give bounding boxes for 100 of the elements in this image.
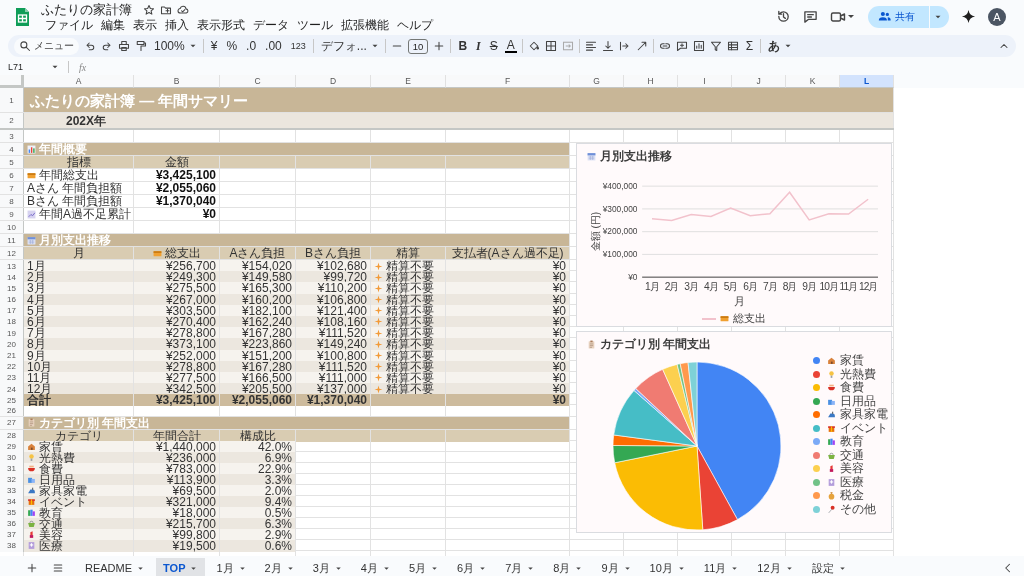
x-tick-label: 3月 (684, 281, 699, 292)
legend-label: 美容 (840, 460, 864, 476)
legend-label: 家賃 (840, 352, 864, 368)
cell-text: 精算不要 (386, 293, 434, 306)
table-cell: ¥165,300 (220, 282, 296, 295)
x-tick-label: 1月 (645, 281, 659, 292)
column-header: Aさん負担 (220, 247, 296, 259)
table-cell: ¥1,370,040 (296, 394, 371, 407)
table-cell: ¥3,425,100 (134, 394, 220, 407)
legend-label: 交通 (840, 447, 864, 462)
cell-text: 精算不要 (386, 349, 434, 362)
x-tick-label: 5月 (723, 281, 738, 292)
cell-text: 年間A過不足累計 (39, 208, 131, 220)
cell-text: 年間概要 (39, 143, 87, 155)
function-label: fx (79, 61, 87, 73)
cell-text: 精算不要 (386, 383, 434, 396)
axis-title: 金額 (円) (590, 211, 602, 252)
column-header: 指標 (24, 156, 134, 168)
legend-label: 医療 (840, 474, 864, 489)
table-cell: ¥99,720 (296, 271, 371, 284)
cell-text: 家具家電 (39, 484, 87, 497)
x-tick-label: 11月 (839, 281, 858, 292)
x-tick-label: 8月 (782, 281, 797, 292)
column-header: 金額 (134, 156, 220, 168)
cell-text: 日用品 (39, 473, 75, 486)
chart-title: 月別支出推移 (600, 147, 672, 165)
sheet-title: ふたりの家計簿 — 年間サマリー (24, 88, 894, 112)
x-tick-label: 12月 (858, 281, 878, 292)
table-cell: ¥342,500 (134, 383, 220, 396)
table-cell: ¥154,020 (220, 260, 296, 272)
column-header: Bさん負担 (296, 247, 371, 259)
table-cell: ¥110,200 (296, 282, 371, 295)
table-cell: ¥0 (446, 338, 570, 351)
cell-text: イベント (39, 495, 87, 508)
x-tick-label: 2月 (664, 281, 679, 292)
cell-text: 精算不要 (386, 360, 434, 373)
y-tick-label: ¥400,000 (602, 180, 638, 191)
cell-text: 美容 (39, 528, 63, 541)
axis-title: 月 (732, 294, 745, 309)
table-cell: 8月 (24, 338, 134, 351)
table-cell: ¥0 (446, 282, 570, 295)
table-cell: ¥2,055,060 (134, 182, 220, 194)
table-cell: 7月 (24, 327, 134, 340)
table-cell: ¥278,800 (134, 327, 220, 340)
cell-text: 総支出 (164, 247, 201, 259)
legend-label: 教育 (840, 434, 864, 449)
table-cell: ¥149,240 (296, 338, 371, 351)
table-cell: ¥0 (134, 208, 220, 220)
table-cell: ¥256,700 (134, 260, 220, 272)
legend-label: その他 (840, 501, 876, 518)
table-cell: ¥205,500 (220, 383, 296, 396)
cell-text: 精算不要 (386, 315, 434, 328)
table-cell: 3月 (24, 282, 134, 295)
y-tick-label: ¥100,000 (602, 249, 638, 260)
cell-text: 精算不要 (386, 338, 434, 351)
cell-text: 年間総支出 (39, 169, 99, 181)
legend-label: 光熱費 (840, 366, 876, 381)
legend-label: イベント (840, 420, 888, 435)
table-cell: ¥0 (446, 383, 570, 396)
table-cell: ¥111,520 (296, 327, 371, 340)
chart-title: カテゴリ別 年間支出 (600, 335, 712, 353)
y-tick-label: ¥200,000 (602, 226, 638, 237)
column-header: 支払者(Aさん過不足) (446, 247, 570, 259)
table-cell: ¥0 (446, 327, 570, 340)
x-tick-label: 10月 (819, 281, 839, 292)
x-tick-label: 7月 (763, 281, 777, 292)
table-cell: 合計 (24, 394, 134, 407)
cell-text: 精算不要 (386, 282, 434, 295)
column-header: 精算 (371, 247, 446, 259)
table-cell: Aさん 年間負担額 (24, 182, 134, 194)
x-tick-label: 9月 (802, 281, 817, 292)
year-label: 202X年 (24, 113, 894, 128)
table-cell: ¥0 (446, 260, 570, 272)
cell-text: カテゴリ別 年間支出 (39, 416, 151, 429)
table-cell: ¥2,055,060 (220, 394, 296, 407)
cell-text: 月別支出推移 (39, 234, 111, 246)
x-tick-label: 4月 (704, 281, 718, 292)
legend-label: 食費 (840, 380, 864, 395)
y-tick-label: ¥300,000 (602, 203, 638, 214)
column-header: 月 (24, 247, 134, 259)
table-cell: ¥102,680 (296, 260, 371, 272)
share-label: 共有 (895, 9, 915, 24)
cell-text: 精算不要 (386, 304, 434, 317)
table-cell: ¥249,300 (134, 271, 220, 284)
cell-text: 医療 (39, 539, 63, 552)
table-cell: ¥1,370,040 (134, 195, 220, 207)
table-cell: ¥275,500 (134, 282, 220, 295)
legend-label: 家具家電 (840, 407, 888, 423)
search-placeholder: メニュー (34, 39, 74, 53)
cell-text: 精算不要 (386, 371, 434, 384)
cell-text: 食費 (39, 462, 63, 475)
table-cell: ¥167,280 (220, 327, 296, 340)
table-cell: ¥0 (446, 394, 570, 407)
x-tick-label: 6月 (743, 281, 758, 292)
table-cell: 1月 (24, 260, 134, 272)
table-cell: ¥373,100 (134, 338, 220, 351)
table-cell: ¥149,580 (220, 271, 296, 284)
table-cell: ¥137,000 (296, 383, 371, 396)
cell-text: 精算不要 (386, 260, 434, 272)
table-cell: ¥0 (446, 271, 570, 284)
